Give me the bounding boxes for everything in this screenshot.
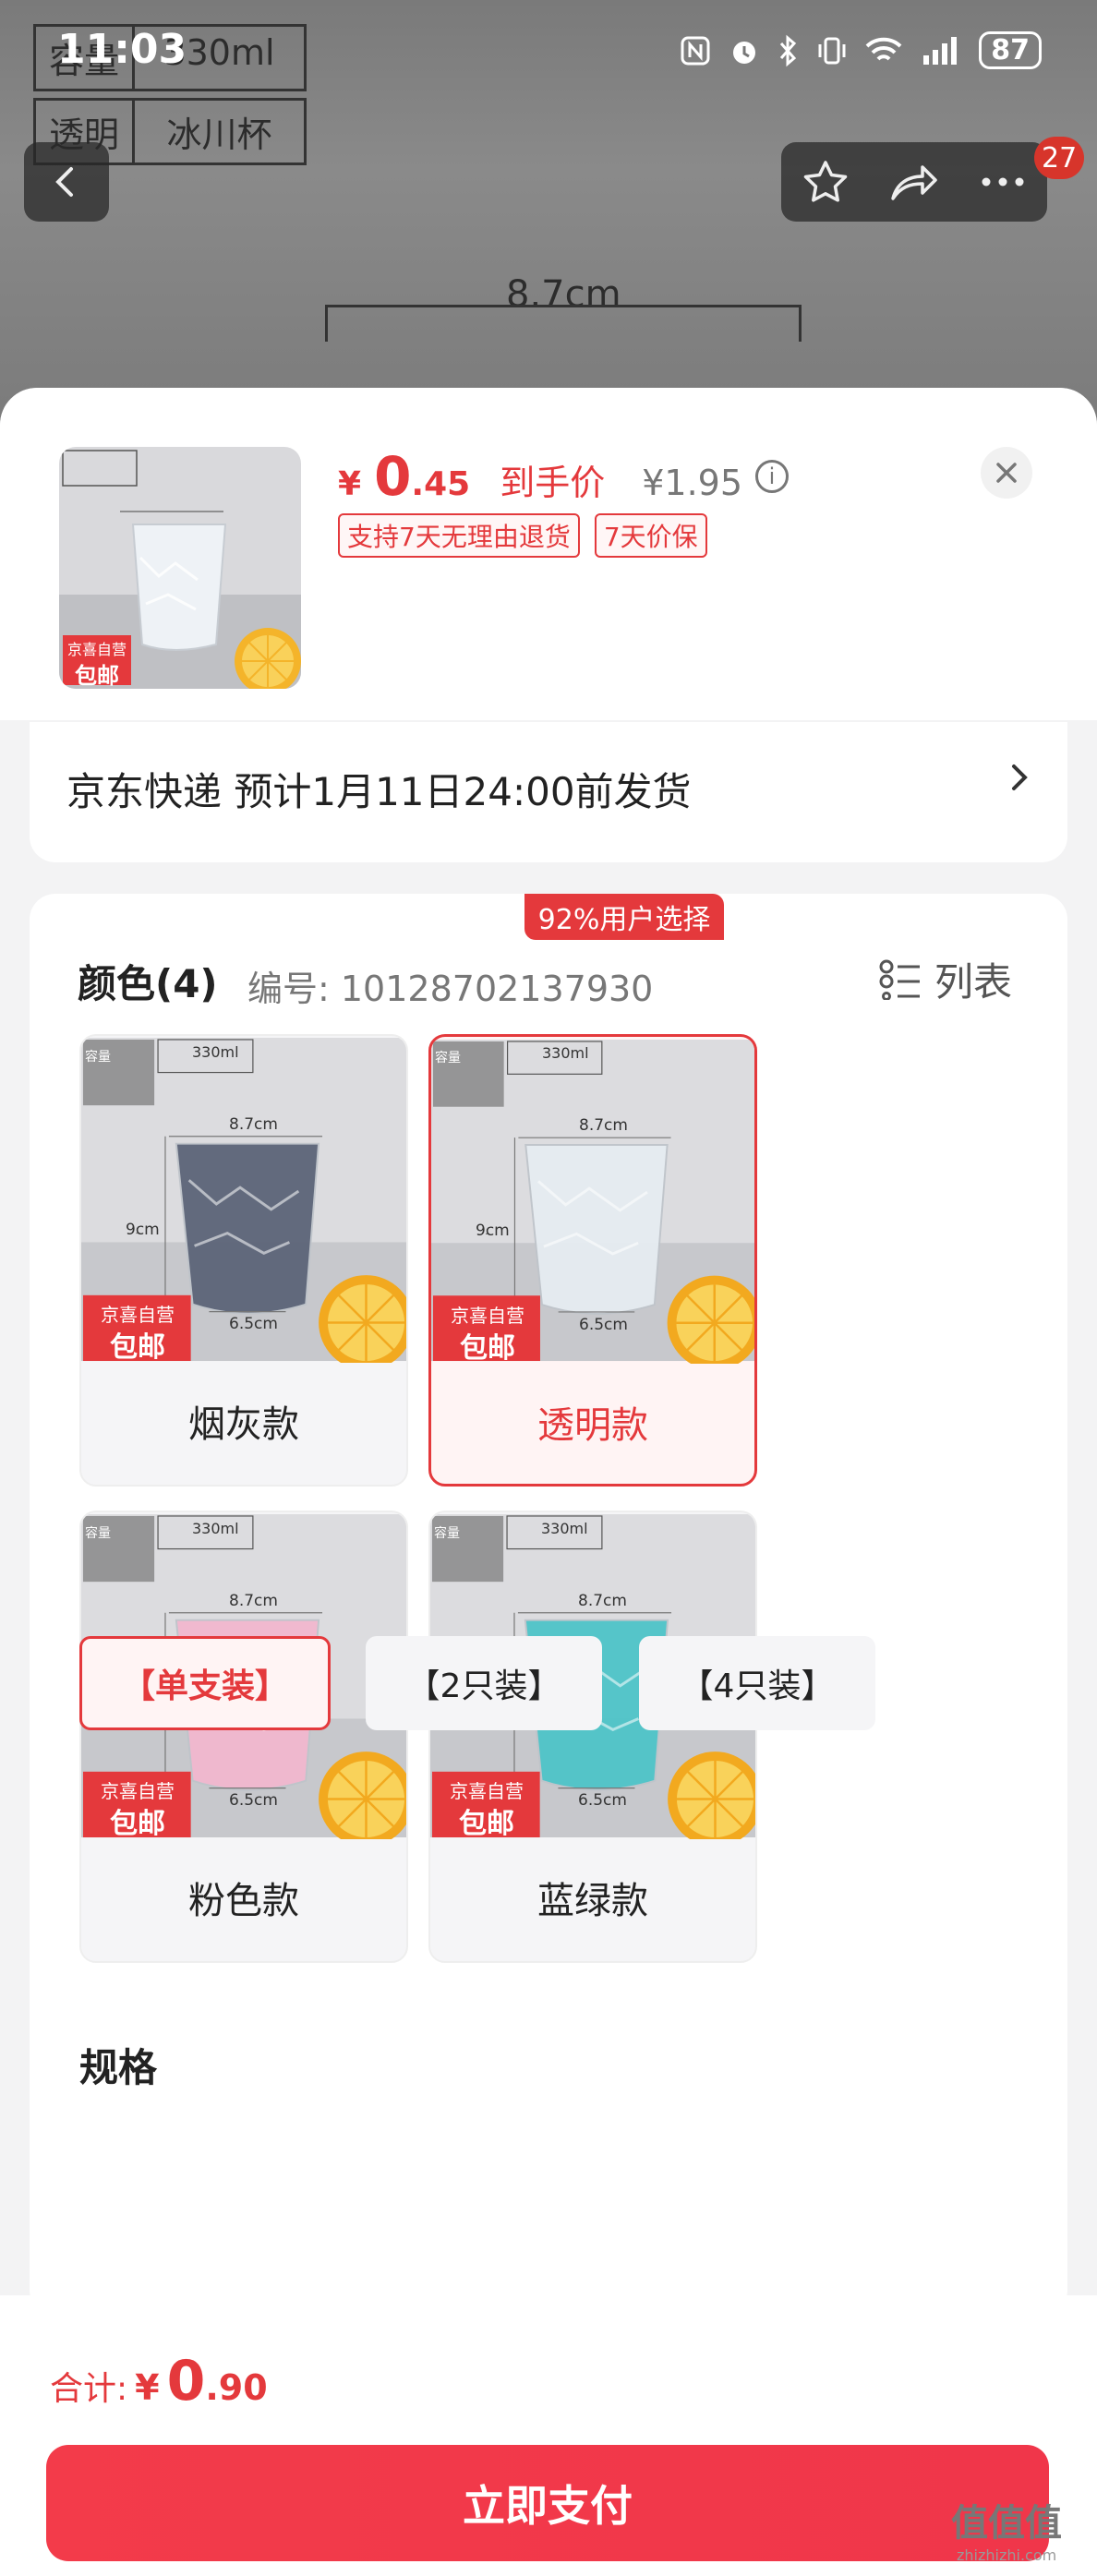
img-width: 8.7cm [229, 1592, 278, 1610]
img-brand: 京喜自营 [450, 1780, 524, 1802]
size-section-title: 规格 [79, 2045, 158, 2090]
product-thumbnail: 京喜自营 包邮 [59, 447, 301, 689]
color-option[interactable]: 容量 330ml 8.7cm 9cm 6.5cm 京喜自营包邮透明款 [428, 1034, 757, 1487]
final-price-label: 到手价 [500, 463, 606, 503]
watermark-url: zhizhizhi.com [957, 2546, 1057, 2564]
thumb-free-shipping: 包邮 [75, 663, 119, 689]
img-free-shipping: 包邮 [460, 1332, 515, 1365]
star-icon[interactable] [802, 158, 850, 206]
img-base: 6.5cm [579, 1316, 628, 1334]
price-integer: 0 [374, 445, 412, 508]
pay-now-button[interactable]: 立即支付 [46, 2445, 1049, 2561]
color-option-label: 烟灰款 [188, 1403, 299, 1446]
price-currency: ¥ [338, 465, 362, 503]
img-width: 8.7cm [578, 1592, 627, 1610]
img-free-shipping: 包邮 [110, 1331, 165, 1364]
size-option-single[interactable]: 【单支装】 [79, 1636, 331, 1730]
status-time: 11:03 [57, 26, 187, 73]
color-option-label: 蓝绿款 [537, 1880, 648, 1922]
battery-indicator: 87 [979, 31, 1042, 69]
info-icon[interactable]: i [755, 460, 790, 493]
nfc-icon [681, 36, 710, 65]
total-integer: 0 [166, 2349, 206, 2413]
back-icon [55, 167, 73, 197]
img-brand: 京喜自营 [451, 1305, 524, 1327]
alarm-icon [733, 41, 756, 64]
price-protection-tag: 7天价保 [594, 513, 707, 558]
back-button[interactable] [24, 142, 109, 222]
return-policy-tag: 支持7天无理由退货 [338, 513, 580, 558]
status-bar: 11:03 87 [0, 0, 1097, 102]
color-option-label: 透明款 [537, 1404, 648, 1447]
img-cap-label: 容量 [85, 1050, 111, 1065]
signal-icon [923, 36, 958, 65]
original-price: ¥1.95 [642, 463, 743, 503]
list-icon [879, 959, 920, 1000]
total-decimal: .90 [205, 2367, 268, 2408]
total-price: 合计: ¥ 0 .90 [50, 2349, 268, 2413]
share-icon[interactable] [889, 160, 939, 204]
size-option-2pack[interactable]: 【2只装】 [366, 1636, 602, 1730]
color-section-title: 颜色(4) [78, 961, 218, 1006]
img-width: 8.7cm [579, 1116, 628, 1135]
img-cap-label: 容量 [85, 1526, 111, 1541]
status-icons: 87 [680, 31, 1042, 69]
total-currency: ¥ [135, 2367, 160, 2408]
thumb-brand: 京喜自营 [66, 641, 127, 658]
img-base: 6.5cm [229, 1315, 278, 1333]
sku-selector-sheet: 京喜自营 包邮 ¥ 0 .45 到手价 ¥1.95 i 支持7天无理由退货 7天… [0, 388, 1097, 2576]
color-option[interactable]: 容量 330ml 8.7cm 9cm 6.5cm 京喜自营包邮烟灰款 [79, 1034, 408, 1487]
color-option-label: 粉色款 [188, 1880, 299, 1922]
img-base: 6.5cm [578, 1791, 627, 1810]
wifi-icon [865, 37, 902, 61]
bg-spec-value: 冰川杯 [132, 101, 304, 163]
more-icon[interactable] [979, 175, 1027, 189]
chevron-right-icon [1012, 764, 1028, 790]
size-option-4pack[interactable]: 【4只装】 [639, 1636, 875, 1730]
list-view-toggle[interactable]: 列表 [879, 951, 1012, 1007]
img-capacity: 330ml [541, 1520, 588, 1537]
vibrate-icon [818, 37, 846, 64]
price-row: ¥ 0 .45 到手价 ¥1.95 i [338, 445, 790, 508]
img-brand: 京喜自营 [101, 1780, 175, 1802]
img-free-shipping: 包邮 [110, 1808, 165, 1840]
img-width: 8.7cm [229, 1115, 278, 1134]
sheet-header: 京喜自营 包邮 ¥ 0 .45 到手价 ¥1.95 i 支持7天无理由退货 7天… [0, 388, 1097, 720]
list-view-label: 列表 [934, 959, 1013, 1005]
bluetooth-icon [780, 34, 797, 66]
img-height: 9cm [476, 1222, 510, 1240]
top-action-bar [781, 142, 1047, 222]
popular-choice-badge: 92%用户选择 [524, 894, 724, 940]
message-count-badge: 27 [1034, 137, 1085, 179]
img-height: 9cm [126, 1221, 160, 1239]
img-brand: 京喜自营 [101, 1304, 175, 1326]
total-label: 合计: [50, 2370, 128, 2408]
img-free-shipping: 包邮 [459, 1808, 514, 1840]
checkout-footer: 合计: ¥ 0 .90 立即支付 [0, 2295, 1097, 2576]
watermark: 值值值 [951, 2502, 1062, 2545]
close-icon [996, 463, 1017, 483]
img-cap-label: 容量 [435, 1051, 461, 1065]
delivery-row[interactable]: 京东快递 预计1月11日24:00前发货 [30, 722, 1067, 862]
service-tags: 支持7天无理由退货 7天价保 [338, 513, 707, 558]
price-decimal: .45 [411, 465, 471, 503]
img-cap-label: 容量 [434, 1526, 460, 1541]
close-button[interactable] [981, 447, 1032, 499]
img-capacity: 330ml [192, 1043, 239, 1061]
color-option[interactable]: 容量330ml8.7cm9cm6.5cm京喜自营包邮蓝绿款 [428, 1511, 757, 1963]
bg-dimension-bracket [325, 305, 802, 342]
sku-number: 编号: 10128702137930 [247, 969, 654, 1009]
img-capacity: 330ml [192, 1520, 239, 1537]
delivery-text: 京东快递 预计1月11日24:00前发货 [66, 769, 692, 814]
img-base: 6.5cm [229, 1791, 278, 1810]
img-capacity: 330ml [542, 1044, 589, 1062]
color-option[interactable]: 容量330ml8.7cm9cm6.5cm京喜自营包邮粉色款 [79, 1511, 408, 1963]
